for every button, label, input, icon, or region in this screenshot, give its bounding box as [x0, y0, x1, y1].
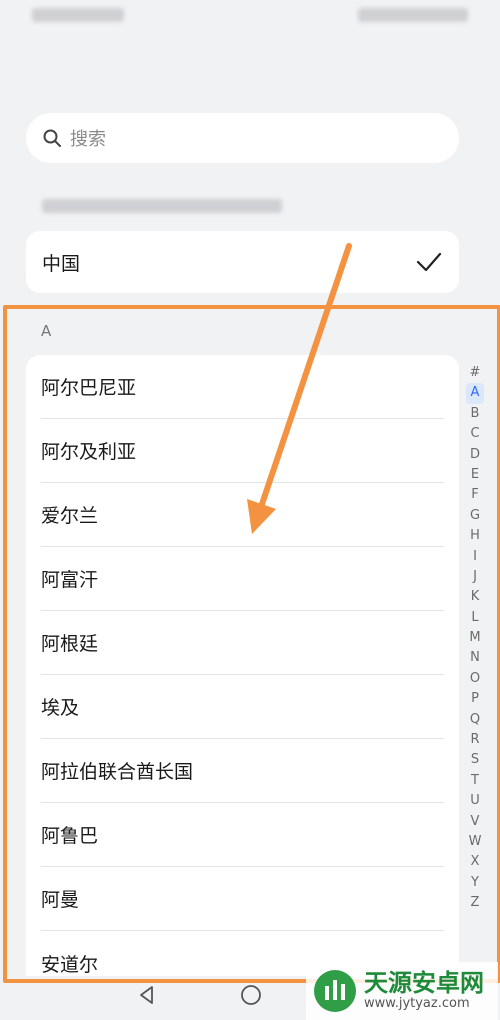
- check-icon: [416, 252, 442, 272]
- index-letter[interactable]: J: [466, 567, 484, 587]
- watermark: 天源安卓网 www.jytyaz.com: [306, 962, 498, 1020]
- index-letter[interactable]: T: [466, 771, 484, 791]
- list-item[interactable]: 阿曼: [41, 867, 444, 931]
- index-letter[interactable]: E: [466, 465, 484, 485]
- country-label: 阿尔及利亚: [41, 441, 137, 463]
- index-letter[interactable]: G: [466, 506, 484, 526]
- index-letter[interactable]: Y: [466, 873, 484, 893]
- list-item[interactable]: 阿鲁巴: [41, 803, 444, 867]
- index-letter[interactable]: V: [466, 812, 484, 832]
- list-item[interactable]: 埃及: [41, 675, 444, 739]
- home-icon[interactable]: [240, 984, 262, 1006]
- list-item[interactable]: 阿尔及利亚: [41, 419, 444, 483]
- index-letter[interactable]: U: [466, 791, 484, 811]
- list-item[interactable]: 爱尔兰: [41, 483, 444, 547]
- index-letter[interactable]: W: [466, 832, 484, 852]
- list-item[interactable]: 阿拉伯联合酋长国: [41, 739, 444, 803]
- region-hint: [42, 199, 282, 213]
- index-letter[interactable]: L: [466, 608, 484, 628]
- index-letter[interactable]: #: [466, 363, 484, 383]
- search-icon: [43, 129, 61, 147]
- index-letter[interactable]: A: [466, 383, 484, 404]
- index-letter[interactable]: N: [466, 648, 484, 668]
- current-region-item[interactable]: 中国: [26, 231, 459, 293]
- country-label: 爱尔兰: [41, 505, 99, 527]
- country-label: 阿鲁巴: [41, 825, 99, 847]
- search-input[interactable]: 搜索: [26, 113, 459, 163]
- back-icon[interactable]: [137, 985, 157, 1005]
- section-header: A: [41, 322, 52, 340]
- index-letter[interactable]: Z: [466, 893, 484, 913]
- list-item[interactable]: 阿根廷: [41, 611, 444, 675]
- index-letter[interactable]: C: [466, 424, 484, 444]
- status-bar-left: [32, 8, 124, 22]
- index-letter[interactable]: F: [466, 485, 484, 505]
- country-label: 安道尔: [41, 953, 99, 976]
- alphabet-index[interactable]: # A B C D E F G H I J K L M N O P Q R S T U V W X Y Z: [465, 363, 485, 914]
- country-label: 阿根廷: [41, 633, 99, 655]
- search-placeholder: 搜索: [70, 129, 106, 150]
- country-label: 埃及: [41, 697, 80, 719]
- list-item[interactable]: 阿富汗: [41, 547, 444, 611]
- index-letter[interactable]: K: [466, 587, 484, 607]
- country-label: 阿曼: [41, 889, 80, 911]
- watermark-title: 天源安卓网: [364, 969, 484, 997]
- index-letter[interactable]: S: [466, 750, 484, 770]
- watermark-logo-icon: [314, 970, 356, 1012]
- country-list: 阿尔巴尼亚 阿尔及利亚 爱尔兰 阿富汗 阿根廷 埃及 阿拉伯联合酋长国 阿鲁巴 …: [26, 355, 459, 995]
- list-item[interactable]: 阿尔巴尼亚: [41, 355, 444, 419]
- index-letter[interactable]: O: [466, 669, 484, 689]
- country-label: 阿尔巴尼亚: [41, 377, 137, 399]
- index-letter[interactable]: Q: [466, 710, 484, 730]
- index-letter[interactable]: P: [466, 689, 484, 709]
- index-letter[interactable]: R: [466, 730, 484, 750]
- index-letter[interactable]: X: [466, 852, 484, 872]
- index-letter[interactable]: M: [466, 628, 484, 648]
- status-bar-right: [358, 8, 468, 22]
- current-region-label: 中国: [42, 252, 81, 275]
- index-letter[interactable]: D: [466, 445, 484, 465]
- index-letter[interactable]: H: [466, 526, 484, 546]
- country-label: 阿拉伯联合酋长国: [41, 761, 194, 783]
- watermark-url: www.jytyaz.com: [364, 996, 470, 1011]
- index-letter[interactable]: B: [466, 404, 484, 424]
- index-letter[interactable]: I: [466, 547, 484, 567]
- country-label: 阿富汗: [41, 569, 99, 591]
